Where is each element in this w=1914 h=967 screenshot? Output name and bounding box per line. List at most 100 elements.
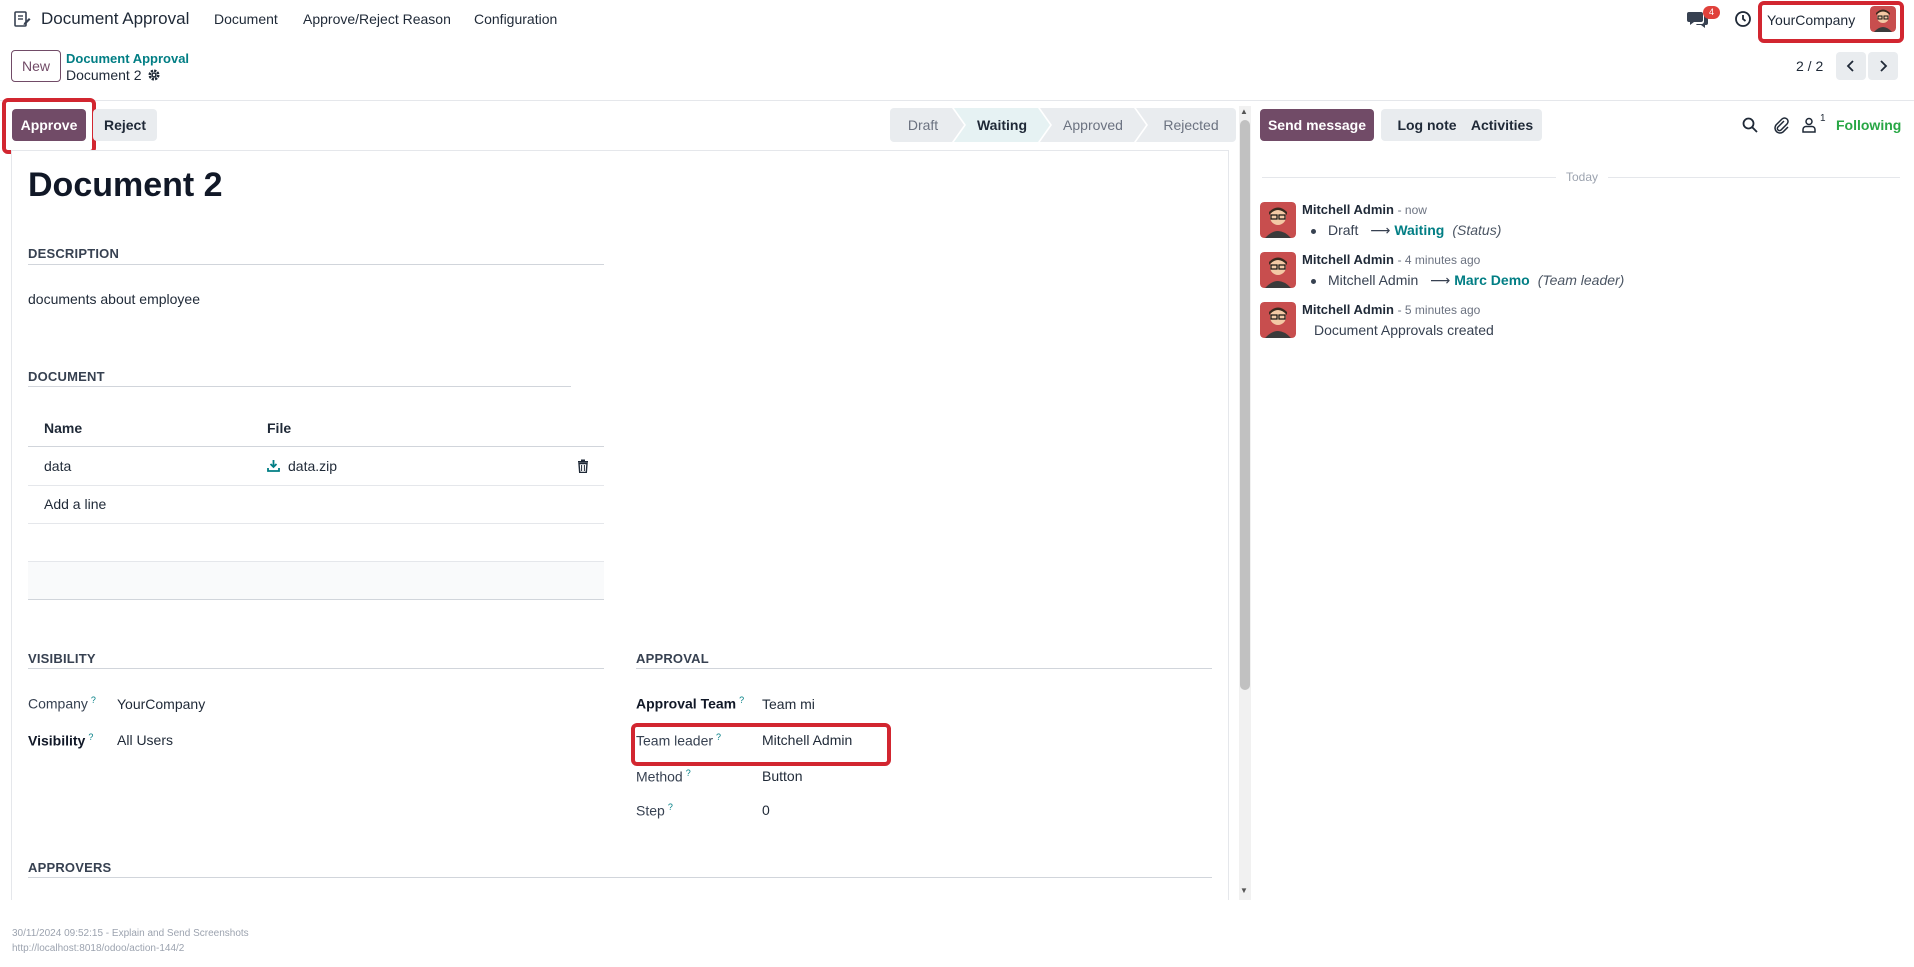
step-value[interactable]: 0 (762, 802, 770, 818)
paperclip-icon[interactable] (1772, 116, 1790, 134)
activities-button[interactable]: Activities (1462, 109, 1542, 141)
arrow-icon: ⟶ (1370, 222, 1391, 238)
team-leader-value[interactable]: Mitchell Admin (762, 732, 852, 748)
chat-badge: 4 (1703, 6, 1720, 19)
section-document: DOCUMENT (28, 369, 105, 384)
footer (0, 900, 1914, 967)
reject-button[interactable]: Reject (93, 109, 157, 141)
gear-icon[interactable] (147, 68, 161, 82)
add-a-line-link[interactable]: Add a line (44, 496, 106, 512)
followers-icon[interactable] (1800, 116, 1818, 134)
message-time: - 5 minutes ago (1397, 303, 1481, 317)
stage-rejected[interactable]: Rejected (1136, 108, 1236, 142)
trash-icon[interactable] (577, 459, 589, 473)
row-name[interactable]: data (44, 458, 71, 474)
stage-approved[interactable]: Approved (1040, 108, 1146, 142)
help-icon[interactable]: ? (686, 768, 691, 778)
arrow-icon: ⟶ (1430, 272, 1451, 288)
row-file-link[interactable]: data.zip (288, 458, 337, 474)
following-button[interactable]: Following (1836, 117, 1901, 133)
pager-value[interactable]: 2 / 2 (1796, 58, 1823, 74)
app-menu-icon[interactable] (13, 10, 31, 28)
tracking-new-value: Marc Demo (1454, 272, 1530, 288)
tracking-old-value: Mitchell Admin (1328, 272, 1419, 288)
tracking-field: (Team leader) (1537, 272, 1625, 288)
breadcrumb-current: Document 2 (66, 67, 142, 83)
message-time: - 4 minutes ago (1397, 253, 1481, 267)
date-separator-label: Today (1556, 170, 1609, 184)
description-text[interactable]: documents about employee (28, 291, 200, 307)
status-bar: Draft Waiting Approved Rejected (890, 108, 1236, 142)
log-note-button[interactable]: Log note (1381, 109, 1473, 141)
tracking-field: (Status) (1452, 222, 1502, 238)
follower-count: 1 (1820, 113, 1826, 124)
section-divider (28, 668, 604, 669)
menu-document[interactable]: Document (214, 11, 278, 27)
help-icon[interactable]: ? (668, 802, 673, 812)
table-header-divider (28, 446, 604, 447)
stage-draft[interactable]: Draft (890, 108, 964, 142)
tracking-new-value: Waiting (1394, 222, 1445, 238)
app-name[interactable]: Document Approval (41, 9, 189, 29)
section-approvers: APPROVERS (28, 860, 112, 875)
chevron-right-icon (1880, 60, 1888, 72)
section-approval: APPROVAL (636, 651, 709, 666)
visibility-value[interactable]: All Users (117, 732, 173, 748)
form-scrollbar-thumb[interactable] (1240, 120, 1250, 690)
message-avatar[interactable] (1260, 252, 1296, 288)
message-tracking: Mitchell Admin ⟶ Marc Demo (Team leader) (1311, 272, 1624, 289)
help-icon[interactable]: ? (88, 732, 93, 742)
search-icon[interactable] (1741, 116, 1759, 134)
approval-team-label: Approval Team? (636, 695, 745, 712)
user-avatar[interactable] (1870, 6, 1896, 32)
chatter-panel (1252, 101, 1914, 901)
company-switcher[interactable]: YourCompany (1767, 12, 1855, 28)
scroll-up-icon[interactable]: ▲ (1240, 107, 1248, 116)
company-label: Company? (28, 695, 96, 712)
pager-previous-button[interactable] (1836, 52, 1866, 80)
document-title[interactable]: Document 2 (28, 166, 223, 205)
footer-url: http://localhost:8018/odoo/action-144/2 (12, 943, 185, 954)
approval-team-value[interactable]: Team mi (762, 696, 815, 712)
chevron-left-icon (1846, 60, 1854, 72)
message-author[interactable]: Mitchell Admin - 4 minutes ago (1302, 252, 1480, 267)
breadcrumb-parent[interactable]: Document Approval (66, 51, 189, 66)
help-icon[interactable]: ? (91, 695, 96, 705)
activity-clock-icon[interactable] (1734, 10, 1752, 28)
menu-approve-reject-reason[interactable]: Approve/Reject Reason (303, 11, 451, 27)
section-description: DESCRIPTION (28, 246, 120, 261)
message-avatar[interactable] (1260, 202, 1296, 238)
message-text: Document Approvals created (1314, 322, 1494, 338)
tracking-old-value: Draft (1328, 222, 1359, 238)
message-avatar[interactable] (1260, 302, 1296, 338)
scroll-down-icon[interactable]: ▼ (1240, 886, 1248, 895)
help-icon[interactable]: ? (739, 695, 744, 705)
message-time: - now (1397, 203, 1427, 217)
section-divider (28, 264, 604, 265)
message-author[interactable]: Mitchell Admin - 5 minutes ago (1302, 302, 1480, 317)
download-icon[interactable] (267, 459, 280, 472)
message-tracking: Draft ⟶ Waiting (Status) (1311, 222, 1501, 239)
send-message-button[interactable]: Send message (1260, 109, 1374, 141)
help-icon[interactable]: ? (716, 732, 721, 742)
pager-next-button[interactable] (1868, 52, 1898, 80)
visibility-label: Visibility? (28, 732, 94, 749)
section-divider (636, 668, 1212, 669)
column-header-file[interactable]: File (267, 420, 291, 436)
approve-button[interactable]: Approve (12, 109, 86, 141)
method-value[interactable]: Button (762, 768, 802, 784)
section-visibility: VISIBILITY (28, 651, 96, 666)
team-leader-label: Team leader? (636, 732, 722, 749)
step-label: Step? (636, 802, 673, 819)
message-author[interactable]: Mitchell Admin - now (1302, 202, 1427, 217)
column-header-name[interactable]: Name (44, 420, 82, 436)
section-divider (28, 877, 1212, 878)
section-divider (28, 386, 571, 387)
table-footer (28, 562, 604, 599)
company-value[interactable]: YourCompany (117, 696, 205, 712)
menu-configuration[interactable]: Configuration (474, 11, 557, 27)
stage-waiting[interactable]: Waiting (954, 108, 1050, 142)
new-button[interactable]: New (11, 50, 61, 82)
top-navbar: Document Approval Document Approve/Rejec… (0, 0, 1914, 43)
footer-timestamp: 30/11/2024 09:52:15 - Explain and Send S… (12, 928, 249, 939)
